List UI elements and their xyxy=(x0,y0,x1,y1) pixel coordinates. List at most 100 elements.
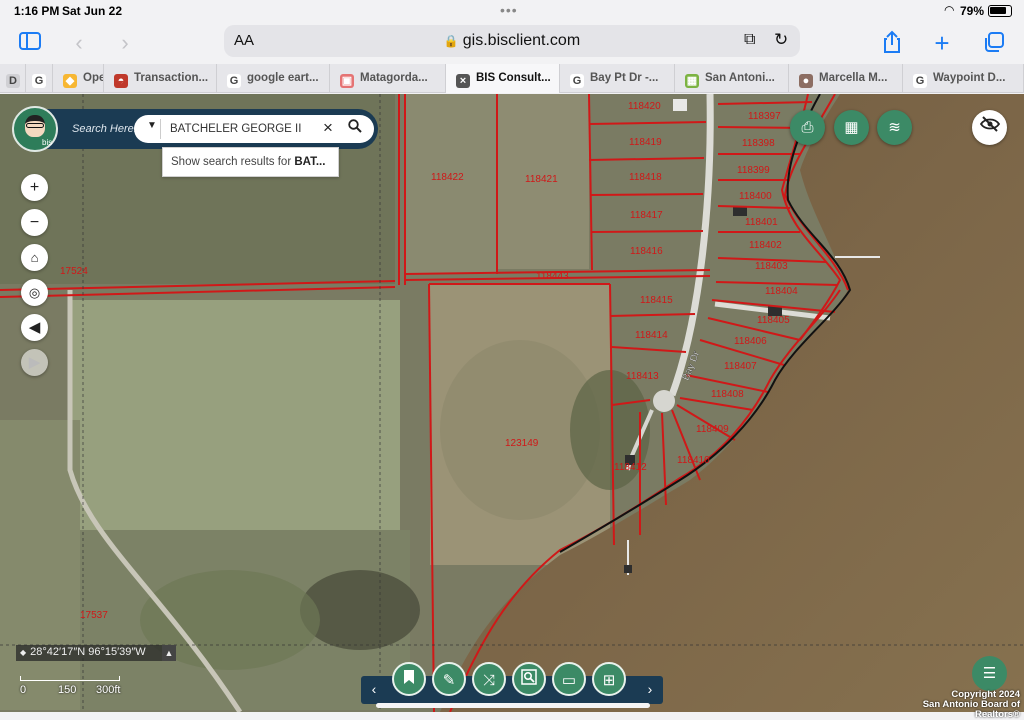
parcel-label: 118416 xyxy=(630,246,663,257)
parcel-label: 118417 xyxy=(630,210,663,221)
tab-favicon-icon: G xyxy=(32,74,46,88)
browser-tab[interactable]: ◆ Oper xyxy=(53,64,104,93)
home-icon[interactable]: ⌂ xyxy=(21,244,48,271)
status-bar: 1:16 PM Sat Jun 22 ••• ◠ 79% xyxy=(0,0,1024,22)
tab-favicon-icon: ● xyxy=(799,74,813,88)
parcel-select-icon[interactable]: ▭ xyxy=(552,662,586,696)
next-extent-icon[interactable]: ▶ xyxy=(21,349,48,376)
parcel-label: 17524 xyxy=(60,266,88,277)
browser-tab[interactable]: ◓ Transaction... xyxy=(104,64,217,93)
browser-toolbar: ‹ › AA 🔒 gis.bisclient.com ⧉ ↻ + xyxy=(0,22,1024,64)
parcel-label: 118403 xyxy=(755,261,788,272)
browser-tab[interactable]: G xyxy=(26,64,53,93)
parcel-label: 118402 xyxy=(749,240,782,251)
map-view[interactable]: 118420 118419 118418 118417 118416 11842… xyxy=(0,94,1024,712)
lock-icon: 🔒 xyxy=(443,34,459,48)
tab-favicon-icon: × xyxy=(456,74,470,88)
draw-pencil-icon[interactable]: ✎ xyxy=(432,662,466,696)
tab-label: Marcella M... xyxy=(819,72,888,84)
tab-label: Bay Pt Dr -... xyxy=(590,72,659,84)
parcel-label: 118400 xyxy=(739,191,772,202)
browser-tab[interactable]: D xyxy=(0,64,26,93)
legend-list-icon[interactable]: ☰ xyxy=(972,656,1007,691)
expand-coords-icon[interactable]: ▲ xyxy=(162,645,176,661)
hide-eye-icon[interactable] xyxy=(972,110,1007,145)
forward-arrow-icon[interactable]: › xyxy=(112,30,138,56)
address-bar[interactable]: AA 🔒 gis.bisclient.com ⧉ ↻ xyxy=(224,25,800,57)
add-tool-icon[interactable]: ⊞ xyxy=(592,662,626,696)
parcel-label: 118414 xyxy=(635,330,668,341)
zoom-out-button[interactable]: − xyxy=(21,209,48,236)
locate-icon[interactable]: ◎ xyxy=(21,279,48,306)
tab-favicon-icon: ◆ xyxy=(63,74,77,88)
parcel-label: 118409 xyxy=(696,424,729,435)
basemap-grid-icon[interactable]: ▦ xyxy=(834,110,869,145)
tab-label: Matagorda... xyxy=(360,72,428,84)
parcel-label: 118443 xyxy=(536,271,569,282)
browser-tab[interactable]: G Bay Pt Dr -... xyxy=(560,64,675,93)
search-icon[interactable] xyxy=(344,119,366,137)
sidebar-icon[interactable] xyxy=(17,30,43,56)
parcel-label: 118404 xyxy=(765,286,798,297)
battery-percent: 79% xyxy=(960,4,985,18)
parcel-label: 118398 xyxy=(742,138,775,149)
multitask-dots-icon[interactable]: ••• xyxy=(500,2,518,18)
scale-label: 0 xyxy=(20,684,27,696)
parcel-label: 118415 xyxy=(640,295,673,306)
back-arrow-icon[interactable]: ‹ xyxy=(66,30,92,56)
previous-extent-icon[interactable]: ◀ xyxy=(21,314,48,341)
parcel-label: 118405 xyxy=(757,315,790,326)
home-indicator xyxy=(376,703,650,708)
tab-favicon-icon: G xyxy=(570,74,584,88)
parcel-label: 123149 xyxy=(505,438,539,449)
tab-label: Transaction... xyxy=(134,72,209,84)
reload-icon[interactable]: ↻ xyxy=(774,30,788,50)
tab-bar: DG◆Oper◓Transaction...Ggoogle eart...▣Ma… xyxy=(0,64,1024,93)
identify-search-icon[interactable] xyxy=(512,662,546,696)
browser-tab[interactable]: ▣ Matagorda... xyxy=(330,64,446,93)
aerial-map[interactable]: 118420 118419 118418 118417 118416 11842… xyxy=(0,94,1024,712)
scale-label: 300ft xyxy=(96,684,121,696)
copyright-owner: San Antonio Board of Realtors® xyxy=(922,699,1020,720)
print-icon[interactable]: ⎙ xyxy=(790,110,825,145)
bookmark-icon[interactable] xyxy=(392,662,426,696)
tab-favicon-icon: ▦ xyxy=(685,74,699,88)
share-icon[interactable] xyxy=(879,30,905,56)
building xyxy=(673,99,687,111)
zoom-in-button[interactable]: + xyxy=(21,174,48,201)
tab-label: BIS Consult... xyxy=(476,72,551,84)
search-suggestion[interactable]: Show search results for BAT... xyxy=(162,147,339,177)
bis-logo[interactable]: bis xyxy=(12,106,58,152)
browser-tab[interactable]: Ggoogle eart... xyxy=(217,64,330,93)
parcel-label: 118408 xyxy=(711,389,744,400)
tab-overview-icon[interactable] xyxy=(981,30,1007,56)
wifi-icon: ◠ xyxy=(944,3,955,17)
browser-tab[interactable]: G Waypoint D... xyxy=(903,64,1024,93)
search-type-dropdown-icon[interactable]: ▼ xyxy=(142,120,162,131)
cul-de-sac xyxy=(653,390,675,412)
status-time: 1:16 PM xyxy=(14,4,60,18)
parcel-label: 118401 xyxy=(745,217,778,228)
parcel-label: 118410 xyxy=(677,455,710,466)
new-tab-icon[interactable]: + xyxy=(929,30,955,56)
toolbar-next-icon[interactable]: › xyxy=(642,681,658,697)
tab-favicon-icon: ◓ xyxy=(114,74,128,88)
measure-icon[interactable]: ⤨ xyxy=(472,662,506,696)
parcel-label: 118407 xyxy=(724,361,757,372)
tab-favicon-icon: G xyxy=(913,74,927,88)
parcel-label: 118419 xyxy=(629,137,662,148)
search-input[interactable] xyxy=(170,119,310,139)
reader-view-icon[interactable]: ⧉ xyxy=(744,31,755,49)
layers-icon[interactable]: ≋ xyxy=(877,110,912,145)
battery-icon xyxy=(988,5,1012,17)
tab-favicon-icon: D xyxy=(6,74,20,88)
browser-tab[interactable]: × BIS Consult... xyxy=(446,64,560,93)
search-box: ▼ × xyxy=(134,115,374,143)
status-date: Sat Jun 22 xyxy=(62,4,123,18)
parcel-label: 118399 xyxy=(737,165,770,176)
browser-tab[interactable]: ▦ San Antoni... xyxy=(675,64,789,93)
browser-tab[interactable]: ● Marcella M... xyxy=(789,64,903,93)
toolbar-prev-icon[interactable]: ‹ xyxy=(366,681,382,697)
tab-label: Waypoint D... xyxy=(933,72,1006,84)
clear-search-icon[interactable]: × xyxy=(318,118,338,138)
